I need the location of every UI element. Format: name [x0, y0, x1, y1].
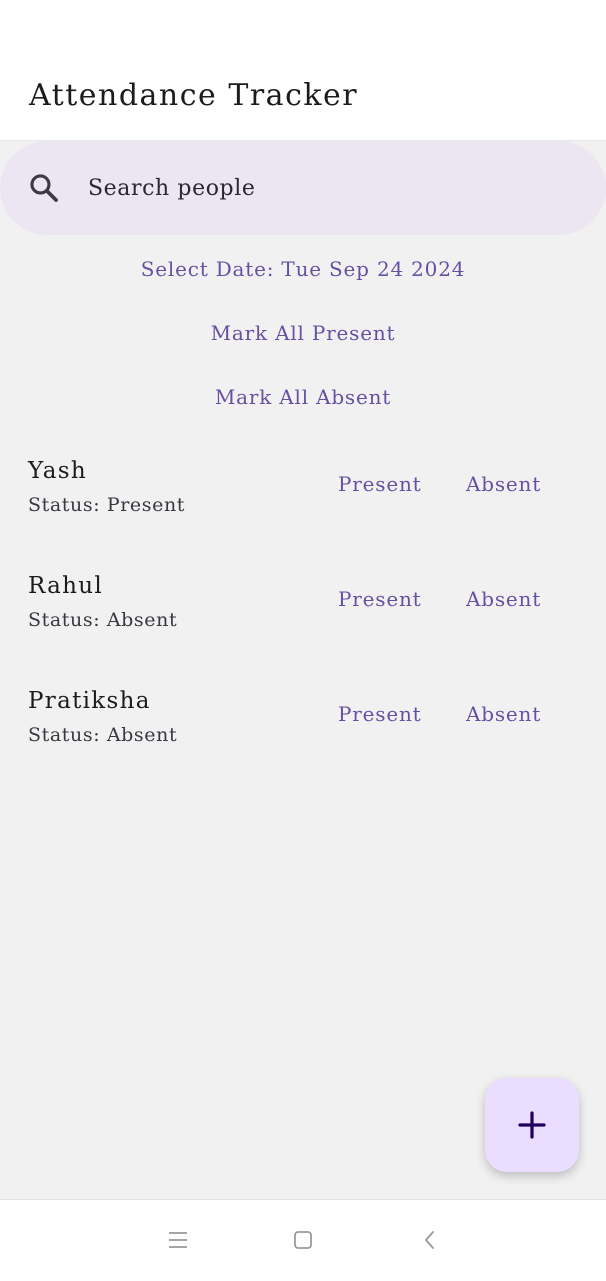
list-item: Rahul Status: Absent Present Absent	[0, 573, 606, 653]
person-status: Status: Absent	[28, 609, 178, 631]
back-chevron-icon[interactable]	[418, 1228, 442, 1252]
mark-all-absent-button[interactable]: Mark All Absent	[0, 385, 606, 409]
mark-absent-button[interactable]: Absent	[466, 587, 541, 611]
system-navigation-bar	[0, 1199, 606, 1281]
plus-icon	[518, 1111, 546, 1139]
list-item: Pratiksha Status: Absent Present Absent	[0, 688, 606, 768]
menu-icon[interactable]	[166, 1228, 190, 1252]
home-square-icon[interactable]	[291, 1228, 315, 1252]
person-name: Rahul	[28, 573, 104, 599]
person-status: Status: Present	[28, 494, 186, 516]
mark-absent-button[interactable]: Absent	[466, 472, 541, 496]
mark-present-button[interactable]: Present	[338, 472, 421, 496]
person-status: Status: Absent	[28, 724, 178, 746]
search-bar[interactable]	[0, 141, 606, 235]
mark-all-present-button[interactable]: Mark All Present	[0, 321, 606, 345]
app-bar: Attendance Tracker	[0, 0, 606, 141]
mark-absent-button[interactable]: Absent	[466, 702, 541, 726]
list-item: Yash Status: Present Present Absent	[0, 458, 606, 538]
mark-present-button[interactable]: Present	[338, 587, 421, 611]
add-person-button[interactable]	[485, 1078, 579, 1172]
search-input[interactable]	[88, 173, 568, 203]
select-date-button[interactable]: Select Date: Tue Sep 24 2024	[0, 257, 606, 281]
page-title: Attendance Tracker	[29, 78, 359, 113]
person-name: Yash	[28, 458, 87, 484]
person-name: Pratiksha	[28, 688, 151, 714]
mark-present-button[interactable]: Present	[338, 702, 421, 726]
search-icon[interactable]	[27, 171, 61, 205]
